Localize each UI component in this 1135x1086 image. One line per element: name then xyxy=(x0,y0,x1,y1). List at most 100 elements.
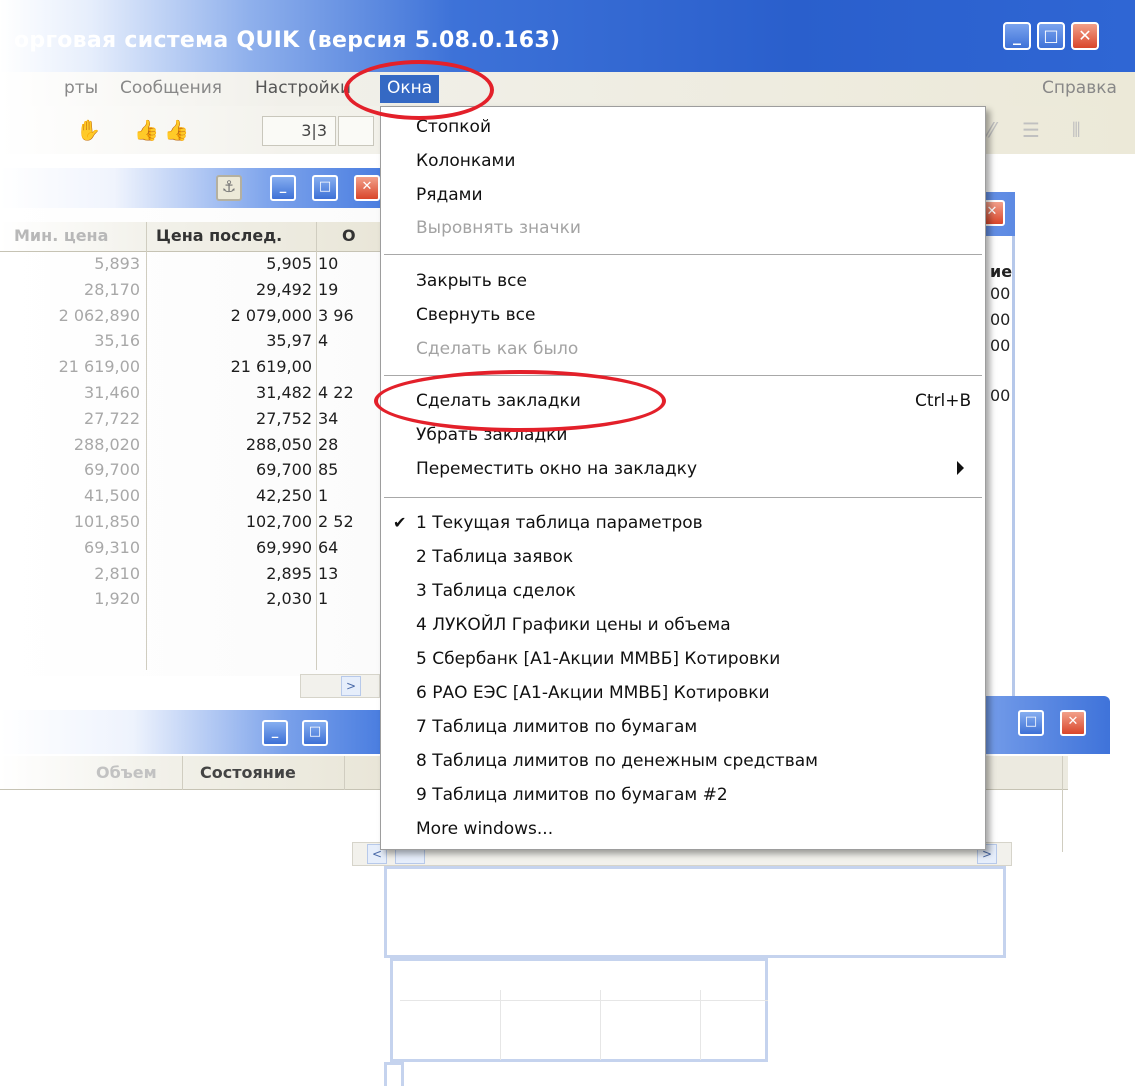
menu-item[interactable]: 4 ЛУКОЙЛ Графики цены и объема xyxy=(381,609,985,642)
params-minimize-button[interactable]: _ xyxy=(270,175,296,201)
menu-item-label: Свернуть все xyxy=(416,305,536,325)
params-table-cell[interactable]: 69,990 xyxy=(150,538,312,557)
params-table-cell[interactable]: 35,97 xyxy=(150,331,312,350)
params-table-cell[interactable]: 64 xyxy=(318,538,374,557)
params-table-cell[interactable]: 288,050 xyxy=(150,435,312,454)
menu-item[interactable]: 5 Сбербанк [А1-Акции ММВБ] Котировки xyxy=(381,643,985,676)
params-table-cell[interactable]: 69,310 xyxy=(0,538,140,557)
params-table-cell[interactable]: 31,460 xyxy=(0,383,140,402)
menu-item[interactable]: Свернуть все xyxy=(381,299,985,332)
params-table-cell[interactable]: 2 079,000 xyxy=(150,306,312,325)
bottom-window-maximize-button[interactable]: □ xyxy=(1018,710,1044,736)
menu-item[interactable]: Закрыть все xyxy=(381,265,985,298)
bottom-window-close-button[interactable]: ✕ xyxy=(1060,710,1086,736)
params-table-cell[interactable]: 21 619,00 xyxy=(150,357,312,376)
params-table-cell[interactable]: 3 96 xyxy=(318,306,374,325)
params-close-button[interactable]: ✕ xyxy=(354,175,380,201)
menu-item[interactable]: More windows... xyxy=(381,813,985,846)
minimize-button[interactable]: _ xyxy=(1003,22,1031,50)
params-table-cell[interactable]: 35,16 xyxy=(0,331,140,350)
params-table-cell[interactable]: 27,722 xyxy=(0,409,140,428)
menu-item[interactable]: ✔ 1 Текущая таблица параметров xyxy=(381,507,985,540)
params-table-cell[interactable]: 28 xyxy=(318,435,374,454)
params-table-cell[interactable]: 13 xyxy=(318,564,374,583)
menu-item[interactable]: Выровнять значки xyxy=(381,212,985,245)
params-table-cell[interactable]: 2,030 xyxy=(150,589,312,608)
menu-item[interactable]: 3 Таблица сделок xyxy=(381,575,985,608)
toolbar-icon-6[interactable]: ⫴ xyxy=(1072,118,1080,142)
menu-item[interactable]: Сделать как было xyxy=(381,333,985,366)
toolbar-icon-5[interactable]: ☰ xyxy=(1022,118,1040,142)
main-title-bar[interactable]: орговая система QUIK (версия 5.08.0.163)… xyxy=(0,0,1135,82)
annotation-ring-make-tabs xyxy=(374,370,666,432)
params-table-cell[interactable]: 19 xyxy=(318,280,374,299)
params-table-cell[interactable]: 29,492 xyxy=(150,280,312,299)
orders-maximize-button[interactable]: □ xyxy=(302,720,328,746)
menu-item[interactable]: 8 Таблица лимитов по денежным средствам xyxy=(381,745,985,778)
menu-messages[interactable]: Сообщения xyxy=(120,78,222,98)
menu-item[interactable]: 7 Таблица лимитов по бумагам xyxy=(381,711,985,744)
params-table-cell[interactable]: 2,895 xyxy=(150,564,312,583)
params-table-cell[interactable]: 10 xyxy=(318,254,374,273)
params-table-cell[interactable]: 5,905 xyxy=(150,254,312,273)
menu-item-label: Выровнять значки xyxy=(416,218,581,238)
second-window-cell: 00 xyxy=(990,284,1011,303)
toolbar-field[interactable]: 3|3 xyxy=(262,116,336,146)
params-table-cell[interactable]: 21 619,00 xyxy=(0,357,140,376)
params-table-cell[interactable]: 4 22 xyxy=(318,383,374,402)
column-header-state[interactable]: Состояние xyxy=(200,763,296,782)
params-table-cell[interactable]: 5,893 xyxy=(0,254,140,273)
toolbar-icon-1[interactable]: ✋ xyxy=(76,118,101,142)
params-table-cell[interactable]: 28,170 xyxy=(0,280,140,299)
close-button[interactable]: ✕ xyxy=(1071,22,1099,50)
menu-item[interactable]: Колонками xyxy=(381,145,985,178)
params-table-cell[interactable]: 1,920 xyxy=(0,589,140,608)
menu-item-label: 4 ЛУКОЙЛ Графики цены и объема xyxy=(416,615,731,635)
params-table-cell[interactable]: 69,700 xyxy=(150,460,312,479)
menu-item[interactable]: 6 РАО ЕЭС [А1-Акции ММВБ] Котировки xyxy=(381,677,985,710)
params-table-cell[interactable]: 41,500 xyxy=(0,486,140,505)
params-table-cell[interactable]: 42,250 xyxy=(150,486,312,505)
params-table-cell[interactable]: 27,752 xyxy=(150,409,312,428)
maximize-button[interactable]: □ xyxy=(1037,22,1065,50)
params-horizontal-scrollbar[interactable]: > xyxy=(300,674,380,698)
orders-window-titlebar[interactable]: _ □ xyxy=(0,710,380,754)
params-table-cell[interactable]: 2 52 xyxy=(318,512,374,531)
menu-item[interactable]: 9 Таблица лимитов по бумагам #2 xyxy=(381,779,985,812)
menu-item[interactable]: 2 Таблица заявок xyxy=(381,541,985,574)
scroll-right-button[interactable]: > xyxy=(341,676,361,696)
toolbar-icon-3[interactable]: 👍 xyxy=(164,118,189,142)
params-table-cell[interactable]: 101,850 xyxy=(0,512,140,531)
grid-line xyxy=(500,990,501,1060)
params-table-cell[interactable]: 4 xyxy=(318,331,374,350)
column-header-min-price[interactable]: Мин. цена xyxy=(14,226,108,245)
orders-minimize-button[interactable]: _ xyxy=(262,720,288,746)
menu-item[interactable]: Стопкой xyxy=(381,111,985,144)
column-header-last-price[interactable]: Цена послед. xyxy=(156,226,282,245)
menu-item-shortcut: Ctrl+B xyxy=(915,391,972,411)
params-table-cell[interactable]: 2 062,890 xyxy=(0,306,140,325)
params-table-cell[interactable]: 1 xyxy=(318,486,374,505)
params-window-titlebar[interactable]: ⚓ _ □ ✕ xyxy=(0,168,380,208)
menu-help[interactable]: Справка xyxy=(1042,78,1117,98)
check-icon: ✔ xyxy=(393,513,407,532)
params-table-cell[interactable]: 85 xyxy=(318,460,374,479)
params-maximize-button[interactable]: □ xyxy=(312,175,338,201)
params-table-cell[interactable]: 69,700 xyxy=(0,460,140,479)
params-table-cell[interactable]: 1 xyxy=(318,589,374,608)
menu-item[interactable]: Переместить окно на закладку xyxy=(381,453,985,486)
params-table-cell[interactable]: 31,482 xyxy=(150,383,312,402)
params-table-cell[interactable]: 34 xyxy=(318,409,374,428)
menu-accounts[interactable]: рты xyxy=(64,78,98,98)
params-table-cell[interactable]: 102,700 xyxy=(150,512,312,531)
anchor-button[interactable]: ⚓ xyxy=(216,175,242,201)
column-header-volume[interactable]: Объем xyxy=(96,763,157,782)
toolbar-icon-2[interactable]: 👍 xyxy=(134,118,159,142)
params-table-cell[interactable]: 288,020 xyxy=(0,435,140,454)
toolbar-icon-4[interactable]: ⁄⁄ xyxy=(988,118,995,142)
column-header-volume[interactable]: О xyxy=(342,226,356,245)
menu-item[interactable]: Рядами xyxy=(381,179,985,212)
menu-settings[interactable]: Настройки xyxy=(255,78,351,98)
toolbar-field-2[interactable] xyxy=(338,116,374,146)
params-table-cell[interactable]: 2,810 xyxy=(0,564,140,583)
